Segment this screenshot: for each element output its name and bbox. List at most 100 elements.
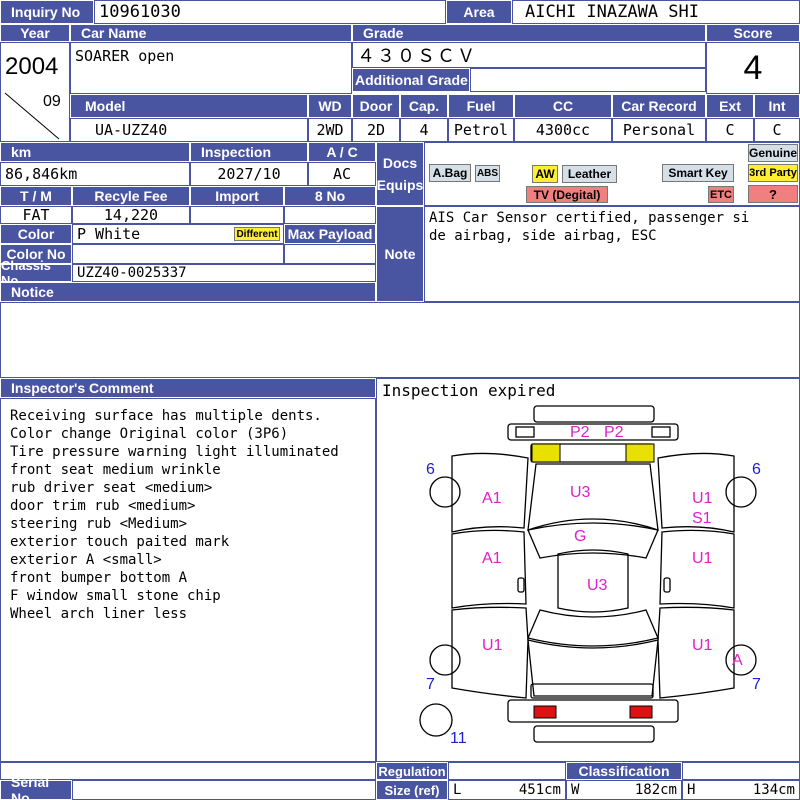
tm-header: T / M xyxy=(0,186,72,206)
year-cell: 2004 09 xyxy=(0,42,70,142)
mark-u1-right-fender: U1 xyxy=(692,490,713,507)
mark-u1-left-quarter: U1 xyxy=(482,637,503,654)
int-header: Int xyxy=(754,94,800,118)
mark-a1-left-fender: A1 xyxy=(482,490,502,507)
tire-depth-rear-right: 7 xyxy=(752,676,761,693)
additional-grade-label: Additional Grade xyxy=(352,68,470,92)
inspector-comment-header: Inspector's Comment xyxy=(0,378,376,398)
year-value: 2004 xyxy=(5,53,59,80)
comment-line: exterior A <small> xyxy=(10,552,162,568)
grade-header: Grade xyxy=(352,24,706,42)
tv-tag: TV (Degital) xyxy=(526,186,608,203)
mark-p2-left: P2 xyxy=(570,424,590,441)
comment-line: rub driver seat <medium> xyxy=(10,480,213,496)
size-height-value: 134cm xyxy=(752,782,795,798)
area-value: AICHI INAZAWA SHI xyxy=(512,0,800,24)
chassis-no-value: UZZ40-0025337 xyxy=(72,264,376,282)
mark-u1-right-quarter: U1 xyxy=(692,637,713,654)
mark-s1-right-fender: S1 xyxy=(692,510,712,527)
abs-tag: ABS xyxy=(475,165,500,182)
car-name-value: SOARER open xyxy=(70,42,352,94)
model-value: UA-UZZ40 xyxy=(70,118,308,142)
ext-value: C xyxy=(706,118,754,142)
fuel-header: Fuel xyxy=(448,94,514,118)
tire-depth-spare: 11 xyxy=(450,730,467,747)
genuine-tag: Genuine xyxy=(748,144,798,162)
leather-tag: Leather xyxy=(562,165,617,183)
score-value: 4 xyxy=(706,42,800,94)
max-payload-header: Max Payload xyxy=(284,224,376,244)
month-value: 09 xyxy=(43,93,61,110)
recycle-fee-header: Recyle Fee xyxy=(72,186,190,206)
notice-header: Notice xyxy=(0,282,376,302)
additional-grade-value xyxy=(470,68,706,92)
etc-tag: ETC xyxy=(708,186,734,203)
classification-value xyxy=(682,762,800,780)
car-record-value: Personal xyxy=(612,118,706,142)
cc-value: 4300cc xyxy=(514,118,612,142)
fuel-value: Petrol xyxy=(448,118,514,142)
ac-value: AC xyxy=(308,162,376,186)
note-header: Note xyxy=(376,206,424,302)
comment-line: Receiving surface has multiple dents. xyxy=(10,408,322,424)
km-header: km xyxy=(0,142,190,162)
tire-depth-front-right: 6 xyxy=(752,461,761,478)
regulation-value xyxy=(448,762,566,780)
color-header: Color xyxy=(0,224,72,244)
tm-value: FAT xyxy=(0,206,72,224)
grade-value: ４３０ＳＣＶ xyxy=(352,42,706,68)
color-no-value xyxy=(72,244,284,264)
mark-p2-right: P2 xyxy=(604,424,624,441)
area-label: Area xyxy=(446,0,512,24)
mark-g-windshield: G xyxy=(574,528,587,545)
cc-header: CC xyxy=(514,94,612,118)
note-line-1: AIS Car Sensor certified, passenger si xyxy=(429,210,750,226)
import-value xyxy=(190,206,284,224)
mark-a-right-rear-wheel: A xyxy=(732,652,743,669)
size-ref-header: Size (ref) xyxy=(376,780,448,800)
comment-line: Color change Original color (3P6) xyxy=(10,426,289,442)
size-height: H 134cm xyxy=(682,780,800,800)
comment-line: front bumper bottom A xyxy=(10,570,188,586)
equips-label: Equips xyxy=(376,177,424,193)
year-header: Year xyxy=(0,24,70,42)
wd-value: 2WD xyxy=(308,118,352,142)
max-payload-value xyxy=(284,244,376,264)
smart-key-tag: Smart Key xyxy=(662,164,734,182)
score-header: Score xyxy=(706,24,800,42)
serial-no-header: Serial No xyxy=(0,774,72,800)
size-length-value: 451cm xyxy=(518,782,561,798)
comment-line: F window small stone chip xyxy=(10,588,221,604)
regulation-header: Regulation xyxy=(376,762,448,780)
no8-value xyxy=(284,206,376,224)
size-width-label: W xyxy=(571,782,580,798)
no8-header: 8 No xyxy=(284,186,376,206)
comment-line: exterior touch paited mark xyxy=(10,534,230,550)
int-value: C xyxy=(754,118,800,142)
mark-u1-right-door: U1 xyxy=(692,550,713,567)
cap-header: Cap. xyxy=(400,94,448,118)
inspector-comment-panel: Receiving surface has multiple dents. Co… xyxy=(0,398,376,762)
abag-tag: A.Bag xyxy=(429,164,471,182)
aw-tag: AW xyxy=(532,165,558,183)
size-width: W 182cm xyxy=(566,780,682,800)
size-length: L 451cm xyxy=(448,780,566,800)
docs-equips-header: Docs Equips xyxy=(376,142,424,206)
comment-line: front seat medium wrinkle xyxy=(10,462,221,478)
mark-a1-left-door: A1 xyxy=(482,550,502,567)
right-headlight xyxy=(625,443,655,463)
mark-u3-hood: U3 xyxy=(570,484,591,501)
right-taillight xyxy=(629,705,653,719)
door-value: 2D xyxy=(352,118,400,142)
size-width-value: 182cm xyxy=(634,782,677,798)
note-panel: AIS Car Sensor certified, passenger si d… xyxy=(424,206,800,302)
inquiry-value: 10961030 xyxy=(94,0,446,24)
left-headlight xyxy=(531,443,561,463)
cap-value: 4 xyxy=(400,118,448,142)
tire-depth-rear-left: 7 xyxy=(426,676,435,693)
ac-header: A / C xyxy=(308,142,376,162)
left-taillight xyxy=(533,705,557,719)
comment-line: door trim rub <medium> xyxy=(10,498,196,514)
model-header: Model xyxy=(70,94,308,118)
wd-header: WD xyxy=(308,94,352,118)
